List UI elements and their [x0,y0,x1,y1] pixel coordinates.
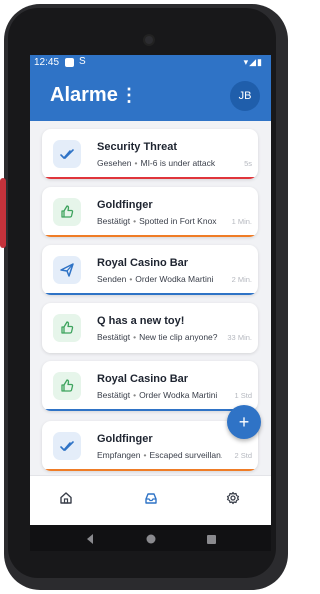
alarm-time: 2 Min. [231,275,252,284]
separator-dot: • [133,332,137,342]
alarm-title: Royal Casino Bar [97,257,189,269]
alarm-status: Bestätigt [97,332,131,342]
alarm-status: Empfangen [97,450,141,460]
send-icon [53,256,81,284]
alarm-accent-line [42,235,258,237]
notification-square-icon [65,58,74,67]
gear-icon [226,491,240,505]
alarm-title: Goldfinger [97,433,153,445]
separator-dot: • [129,274,133,284]
add-alarm-button[interactable]: + [227,405,261,439]
alarm-card[interactable]: Q has a new toy! Bestätigt • New tie clip a… [42,303,258,353]
notification-s-icon: S [79,56,86,67]
system-back-button[interactable] [85,532,95,550]
home-icon [60,492,72,504]
alarm-message: Order Wodka Martini [135,274,214,284]
alarm-accent-line [42,293,258,295]
alarm-subtitle: Gesehen • MI-6 is under attack [97,158,222,168]
alarm-message: Order Wodka Martini [139,390,218,400]
alarm-card[interactable]: Royal Casino Bar Bestätigt • Order Wodka Ma… [42,361,258,411]
alarm-card[interactable]: Security Threat Gesehen • MI-6 is under att… [42,129,258,179]
alarm-subtitle: Bestätigt • Spotted in Fort Knox [97,216,222,226]
avatar[interactable]: JB [230,81,260,111]
app-bar: Alarme ⋮ JB [30,71,271,121]
system-recents-button[interactable] [206,532,217,550]
alarm-status: Gesehen [97,158,132,168]
alarm-accent-line [42,177,258,179]
check-double-icon [53,140,81,168]
alarm-card[interactable]: Goldfinger Empfangen • Escaped surveillan..… [42,421,258,471]
alarm-time: 2 Std [234,451,252,460]
alarm-message: New tie clip anyone? [139,332,218,342]
alarm-title: Q has a new toy! [97,315,185,327]
signal-battery-icons: ▾◢▮ [243,57,263,67]
page-title: Alarme [50,84,118,106]
alarm-time: 5s [244,159,252,168]
alarm-card[interactable]: Royal Casino Bar Senden • Order Wodka Marti… [42,245,258,295]
bottom-navigation [30,475,271,525]
alarm-accent-line [42,409,258,411]
home-circle-icon [146,534,156,544]
nav-home-button[interactable] [54,486,78,510]
alarm-subtitle: Bestätigt • New tie clip anyone? [97,332,222,342]
thumbs-up-icon [53,198,81,226]
alarm-card[interactable]: Goldfinger Bestätigt • Spotted in Fort Knox… [42,187,258,237]
alarm-subtitle: Empfangen • Escaped surveillan... [97,450,222,460]
status-bar: 12:45 S ▾◢▮ [30,55,271,71]
alarm-subtitle: Senden • Order Wodka Martini [97,274,222,284]
alarm-status: Bestätigt [97,390,131,400]
recents-square-icon [207,535,216,544]
device-side-button [0,178,6,248]
alarm-title: Royal Casino Bar [97,373,189,385]
alarm-time: 33 Min. [227,333,252,342]
alarm-subtitle: Bestätigt • Order Wodka Martini [97,390,222,400]
alarm-time: 1 Min. [231,217,252,226]
alarm-title: Security Threat [97,141,178,153]
phone-screen: 12:45 S ▾◢▮ Alarme ⋮ JB Security Threat G… [30,55,271,525]
alarm-message: Escaped surveillan... [149,450,222,460]
alarm-accent-line [42,469,258,471]
alarm-message: MI-6 is under attack [140,158,216,168]
nav-settings-button[interactable] [221,486,245,510]
alarm-title: Goldfinger [97,199,153,211]
alarm-status: Bestätigt [97,216,131,226]
separator-dot: • [133,390,137,400]
alarm-accent-line [42,351,258,353]
thumbs-up-icon [53,372,81,400]
back-triangle-icon [87,534,93,544]
system-navigation-bar [30,525,271,551]
nav-inbox-button[interactable] [139,486,163,510]
system-home-button[interactable] [145,532,157,550]
thumbs-up-icon [53,314,81,342]
menu-dots-icon[interactable]: ⋮ [120,85,138,106]
check-double-icon [53,432,81,460]
status-time: 12:45 [34,57,60,68]
separator-dot: • [133,216,137,226]
alarm-time: 1 Std [234,391,252,400]
alarm-message: Spotted in Fort Knox [139,216,217,226]
inbox-icon [145,493,157,504]
front-camera [145,36,153,44]
alarm-status: Senden [97,274,127,284]
